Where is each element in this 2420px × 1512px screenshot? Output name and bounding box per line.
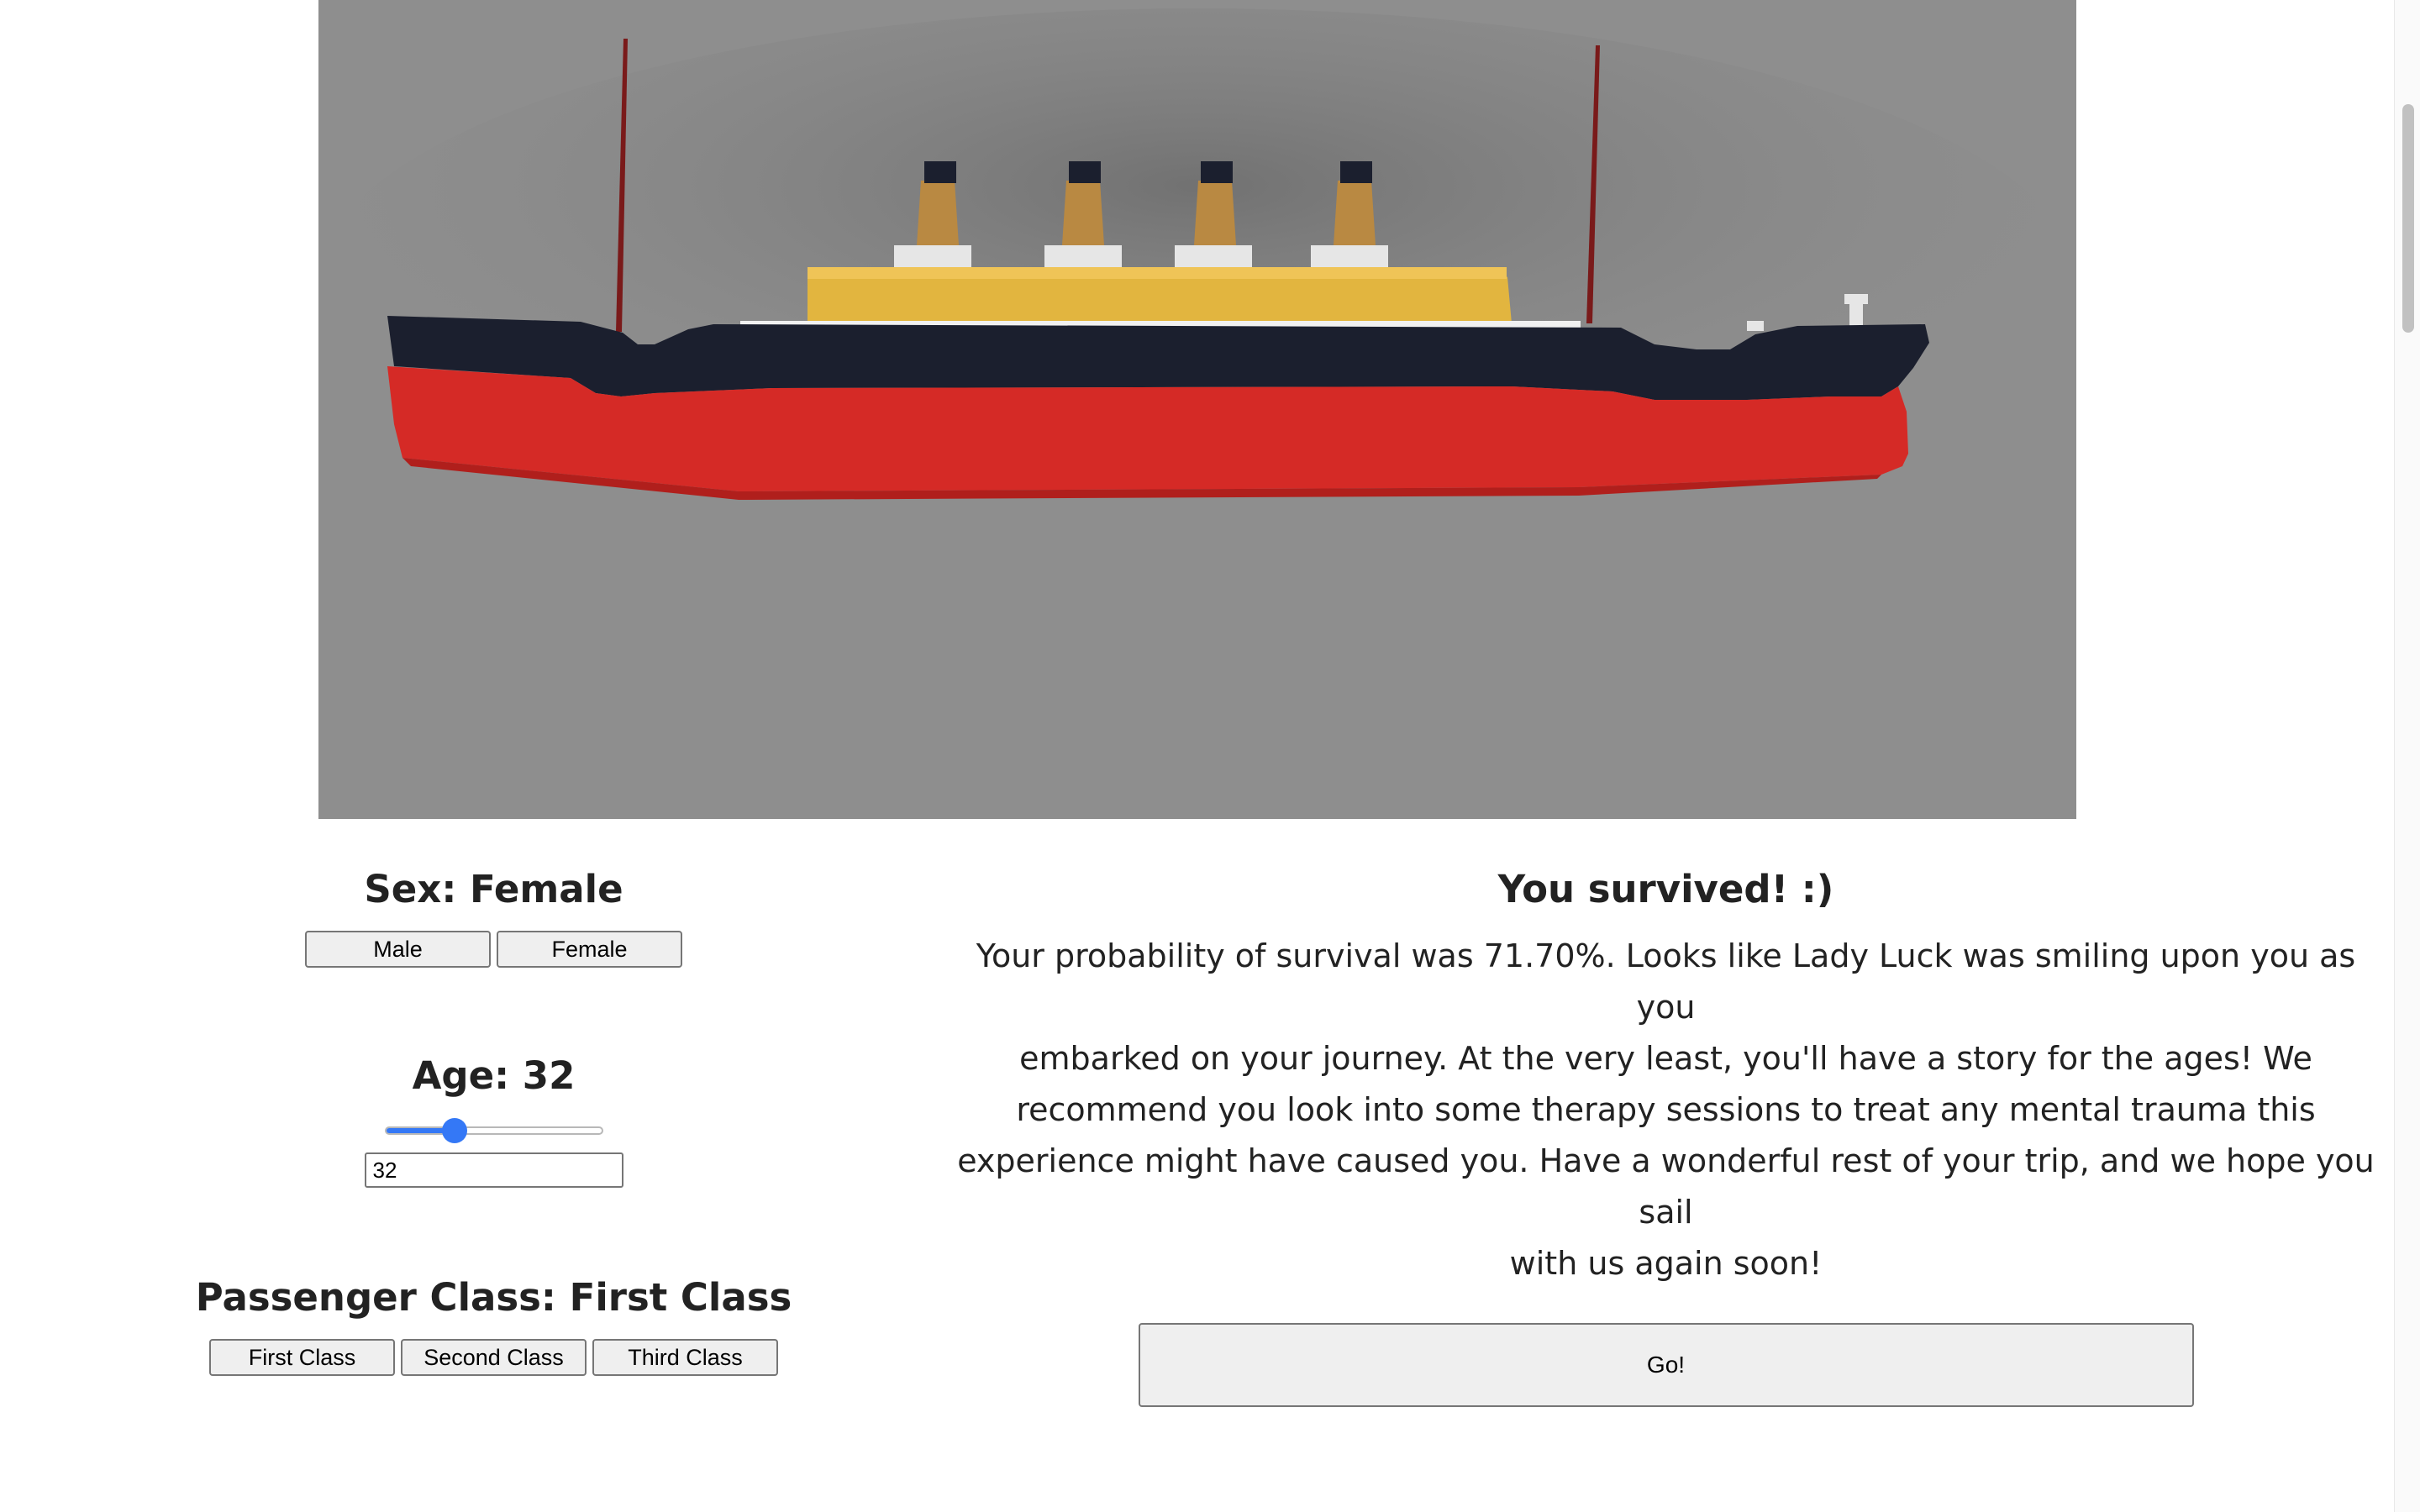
- result-line: Your probability of survival was 71.70%.…: [976, 937, 2356, 1026]
- result-panel: You survived! :) Your probability of sur…: [954, 840, 2378, 1407]
- go-button[interactable]: Go!: [1138, 1323, 2194, 1407]
- first-class-button[interactable]: First Class: [209, 1339, 395, 1376]
- age-section: Age: 32: [176, 1053, 811, 1188]
- class-section: Passenger Class: First Class First Class…: [176, 1275, 811, 1376]
- class-button-row: First Class Second Class Third Class: [176, 1339, 811, 1376]
- scrollbar-thumb[interactable]: [2402, 104, 2414, 333]
- age-slider-track[interactable]: [384, 1126, 603, 1135]
- male-button[interactable]: Male: [305, 931, 491, 968]
- result-line: experience might have caused you. Have a…: [957, 1142, 2375, 1231]
- age-slider[interactable]: [384, 1116, 603, 1146]
- result-line: with us again soon!: [1509, 1245, 1823, 1282]
- age-slider-thumb[interactable]: [441, 1118, 467, 1143]
- ship-icon: [318, 0, 2076, 819]
- sex-heading: Sex: Female: [364, 867, 623, 911]
- third-class-button[interactable]: Third Class: [592, 1339, 778, 1376]
- class-heading: Passenger Class: First Class: [195, 1275, 792, 1320]
- sex-button-row: Male Female: [176, 931, 811, 968]
- sex-section: Sex: Female Male Female: [176, 867, 811, 968]
- ship-viewport[interactable]: [318, 0, 2076, 819]
- age-input[interactable]: [364, 1152, 623, 1188]
- age-heading: Age: 32: [412, 1053, 576, 1098]
- result-title: You survived! :): [1497, 867, 1834, 911]
- result-line: recommend you look into some therapy ses…: [1016, 1091, 2316, 1128]
- result-line: embarked on your journey. At the very le…: [1019, 1040, 2312, 1077]
- second-class-button[interactable]: Second Class: [401, 1339, 587, 1376]
- page: Sex: Female Male Female Age: 32 Passenge…: [0, 0, 2420, 1512]
- vertical-scrollbar[interactable]: [2394, 0, 2420, 1512]
- female-button[interactable]: Female: [497, 931, 682, 968]
- result-message: Your probability of survival was 71.70%.…: [954, 931, 2378, 1289]
